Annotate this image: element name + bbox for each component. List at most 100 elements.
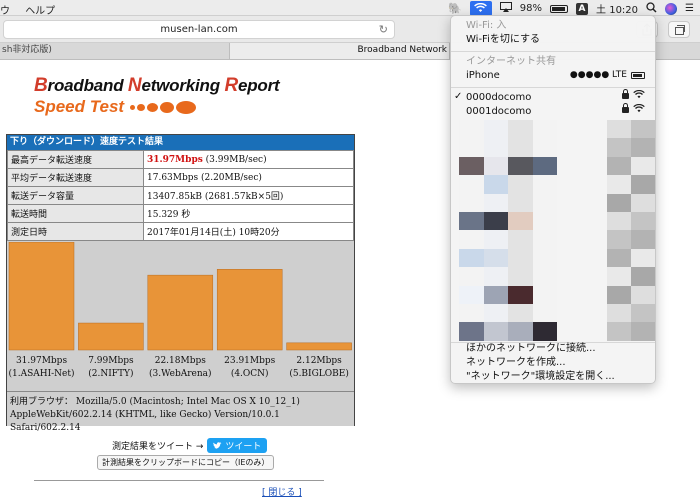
mosaic-block [508,156,533,176]
mosaic-block [631,193,655,212]
airplay-icon[interactable] [499,2,512,15]
copy-to-clipboard-button[interactable]: 計測結果をクリップボードにコピー（IEのみ） [97,455,275,470]
mosaic-block [459,120,484,139]
tab-active[interactable]: Broadband Network [230,43,450,59]
site-logo: Broadband Networking Report Speed Test [34,75,280,117]
evernote-icon[interactable]: 🐘 [448,2,462,15]
chart-bar [78,322,144,351]
mosaic-block [508,267,533,286]
mosaic-block [459,285,484,304]
bar-value-label: 2.12Mbps [296,356,342,366]
open-network-prefs-item[interactable]: "ネットワーク"環境設定を開く... [466,370,615,384]
tab-previous[interactable]: sh非対応版) [0,43,230,59]
chart-bar [216,269,283,351]
mosaic-block [532,212,557,231]
table-row: 平均データ転送速度 17.63Mbps (2.20MB/sec) [7,168,354,187]
network-item-0001docomo[interactable]: 0001docomo [466,105,531,119]
mosaic-block [508,175,533,194]
input-source-icon[interactable]: A [576,2,589,15]
mosaic-block [631,304,655,323]
mosaic-block [483,175,508,194]
battery-icon[interactable] [550,4,569,13]
wifi-status-icon[interactable] [469,0,492,16]
mosaic-block [607,156,631,176]
menubar-clock[interactable]: 土 10:20 [596,1,638,16]
checkmark-icon: ✓ [454,91,463,102]
url-text: musen-lan.com [160,24,238,35]
logo-cap-n: N [127,75,142,96]
bar-category-label: (2.NIFTY) [88,369,134,379]
mosaic-block [607,120,631,139]
mosaic-block [631,156,655,176]
mosaic-block [532,193,557,212]
hotspot-name: iPhone [466,70,500,81]
mosaic-block [631,212,655,231]
reload-icon[interactable]: ↻ [379,21,388,38]
mosaic-block [631,322,655,341]
mosaic-block [459,175,484,194]
notification-center-icon[interactable]: ☰ [685,3,694,14]
logo-dots-decoration [130,100,197,114]
mosaic-block [508,138,533,157]
mosaic-block [532,322,557,341]
mosaic-block [508,193,533,212]
mosaic-block [483,322,508,341]
chart-bar [147,274,214,351]
battery-percent: 98% [519,3,543,14]
mosaic-block [607,304,631,323]
spotlight-search-icon[interactable] [646,1,657,16]
divider [34,480,324,481]
mosaic-block [532,120,557,139]
menu-bar: ウ ヘルプ 🐘 98% A 土 10:20 ☰ [0,0,700,17]
lock-icon [622,89,629,99]
mosaic-block [483,138,508,157]
hotspot-iphone-item[interactable]: iPhone [466,69,500,83]
mosaic-block [607,322,631,341]
join-other-network-item[interactable]: ほかのネットワークに接続... [466,342,596,356]
tweet-button-label: ツイート [225,442,262,452]
mosaic-block [607,230,631,249]
bar-category-label: (1.ASAHI-Net) [8,369,75,379]
close-link[interactable]: [ 閉じる ] [262,485,302,498]
mosaic-block [607,175,631,194]
mosaic-block [508,304,533,323]
tweet-prompt: 測定結果をツイート → [112,442,204,452]
mosaic-block [483,285,508,304]
mosaic-block [483,230,508,249]
row-label: 最高データ転送速度 [7,150,144,169]
logo-speed-test: Speed Test [34,97,125,116]
table-row: 転送データ容量 13407.85kB (2681.57kB×5回) [7,186,354,205]
bar-category-label: (4.OCN) [230,369,269,379]
bar-value-label: 31.97Mbps [15,356,68,366]
logo-word-networking: etworking [141,76,225,95]
mosaic-block [532,248,557,268]
table-row: 測定日時 2017年01月14日(土) 10時20分 [7,222,354,241]
hotspot-battery-icon [631,71,645,79]
logo-cap-b: B [34,75,48,96]
max-speed-mbs: (3.99MB/sec) [202,154,267,165]
address-bar[interactable]: musen-lan.com ↻ [3,20,395,39]
logo-subtitle: Speed Test [34,97,280,117]
show-all-tabs-button[interactable] [668,21,690,38]
network-1-indicators [622,103,645,113]
speed-bar-chart: 31.97Mbps (1.ASAHI-Net) 7.99Mbps (2.NIFTY) 2… [7,241,354,390]
mosaic-block [607,138,631,157]
tweet-row: 測定結果をツイート → ツイート [112,438,268,453]
wifi-signal-icon [633,104,645,113]
row-value: 17.63Mbps (2.20MB/sec) [143,168,354,187]
row-value: 31.97Mbps (3.99MB/sec) [143,150,354,169]
tweet-button[interactable]: ツイート [207,438,268,453]
wifi-signal-icon [633,90,645,99]
siri-icon[interactable] [665,2,678,15]
hotspot-status: ●●●●● LTE [570,70,645,80]
mosaic-block [532,304,557,323]
mosaic-block [532,267,557,286]
network-item-0000docomo[interactable]: 0000docomo [466,91,531,105]
mosaic-block [631,175,655,194]
mosaic-block [483,193,508,212]
create-network-item[interactable]: ネットワークを作成... [466,356,566,370]
wifi-toggle-item[interactable]: Wi-Fiを切にする [466,33,540,47]
hotspot-signal: ●●●●● LTE [569,70,627,80]
max-speed-value: 31.97Mbps [147,154,203,165]
wifi-status: Wi-Fi: 入 [466,20,507,31]
